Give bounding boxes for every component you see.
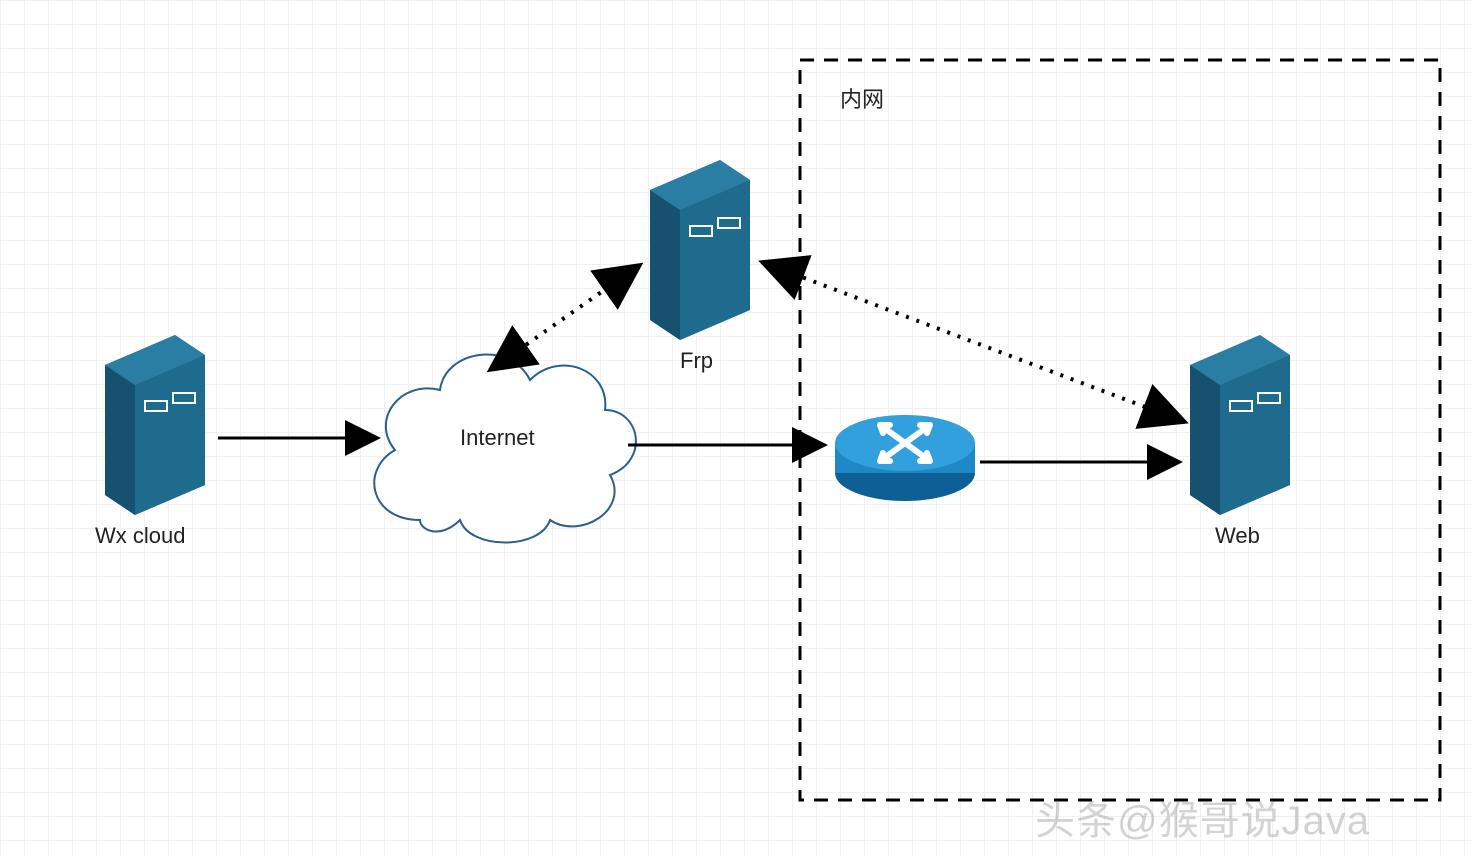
node-router: [835, 415, 975, 501]
diagram-canvas: [0, 0, 1472, 856]
edge-frp-web: [762, 262, 1185, 422]
label-frp: Frp: [680, 348, 713, 374]
label-internet: Internet: [460, 425, 535, 451]
label-web: Web: [1215, 523, 1260, 549]
watermark: 头条@猴哥说Java: [1035, 788, 1370, 846]
node-wx-cloud: [105, 335, 205, 515]
label-intranet: 内网: [840, 82, 884, 114]
node-frp: [650, 160, 750, 340]
edge-internet-frp: [490, 265, 640, 370]
node-web: [1190, 335, 1290, 515]
label-wx-cloud: Wx cloud: [95, 523, 185, 549]
